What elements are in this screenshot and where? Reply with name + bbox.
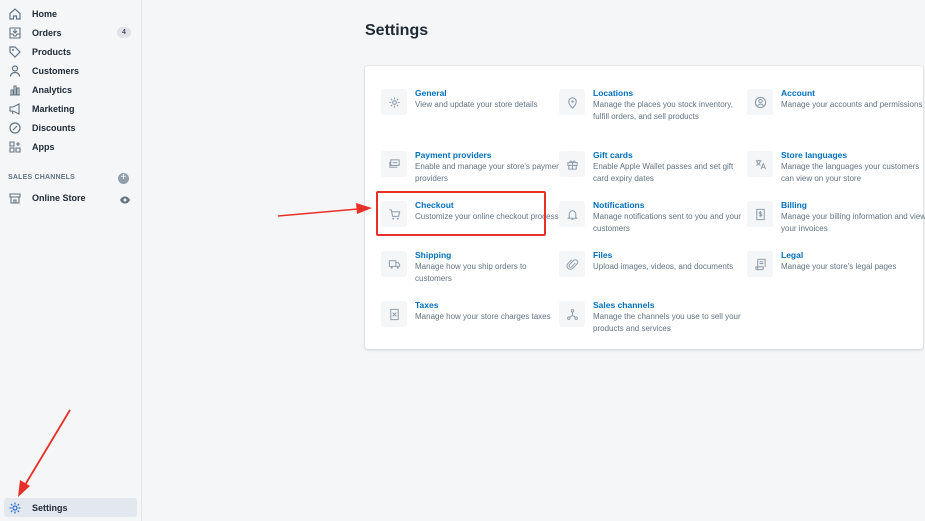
sidebar-item-label: Settings (32, 502, 68, 513)
sidebar-item-discounts[interactable]: Discounts (4, 118, 137, 137)
tile-description: Upload images, videos, and documents (593, 262, 734, 271)
billing-icon (747, 201, 773, 227)
sidebar: Home Orders 4 Products Customers Analyti… (0, 0, 142, 521)
tile-title: Files (593, 250, 613, 260)
settings-tile-billing[interactable]: Billing Manage your billing information … (747, 200, 925, 249)
tile-title: Checkout (415, 200, 454, 210)
sidebar-item-label: Marketing (32, 103, 75, 114)
sidebar-item-settings[interactable]: Settings (4, 498, 137, 517)
orders-count-badge: 4 (117, 27, 131, 38)
settings-tile-locations[interactable]: Locations Manage the places you stock in… (559, 88, 737, 137)
person-icon (8, 64, 22, 78)
apps-icon (8, 140, 22, 154)
settings-tile-store-languages[interactable]: Store languages Manage the languages you… (747, 150, 925, 199)
sidebar-item-label: Apps (32, 141, 55, 152)
arrow-to-checkout (277, 203, 372, 217)
sidebar-item-apps[interactable]: Apps (4, 137, 137, 156)
tile-description: Manage your billing information and view… (781, 212, 925, 233)
paperclip-icon (559, 251, 585, 277)
sales-channels-heading: SALES CHANNELS (8, 174, 75, 181)
tile-description: View and update your store details (415, 100, 538, 109)
tile-description: Manage the places you stock inventory, f… (593, 100, 733, 121)
settings-tile-shipping[interactable]: Shipping Manage how you ship orders to c… (381, 250, 559, 299)
account-icon (747, 89, 773, 115)
settings-tile-legal[interactable]: Legal Manage your store's legal pages (747, 250, 925, 299)
home-icon (8, 7, 22, 21)
sidebar-item-analytics[interactable]: Analytics (4, 80, 137, 99)
sidebar-item-customers[interactable]: Customers (4, 61, 137, 80)
tile-title: Gift cards (593, 150, 633, 160)
tile-title: Taxes (415, 300, 439, 310)
sidebar-item-label: Home (32, 8, 58, 19)
sidebar-item-label: Online Store (32, 192, 86, 203)
cart-icon (381, 201, 407, 227)
sidebar-item-products[interactable]: Products (4, 42, 137, 61)
tag-icon (8, 45, 22, 59)
page-title: Settings (365, 22, 429, 39)
settings-tile-taxes[interactable]: Taxes Manage how your store charges taxe… (381, 300, 559, 349)
settings-tile-notifications[interactable]: Notifications Manage notifications sent … (559, 200, 741, 249)
tile-description: Manage your store's legal pages (781, 262, 897, 271)
settings-tile-sales-channels[interactable]: Sales channels Manage the channels you u… (559, 300, 741, 349)
eye-icon[interactable] (119, 192, 131, 204)
truck-icon (381, 251, 407, 277)
sidebar-item-online-store[interactable]: Online Store (4, 188, 137, 207)
store-icon (8, 191, 22, 205)
legal-icon (747, 251, 773, 277)
tile-title: Store languages (781, 150, 848, 160)
tile-title: Locations (593, 88, 634, 98)
tile-description: Customize your online checkout process (415, 212, 559, 221)
sidebar-item-label: Analytics (32, 84, 73, 95)
tile-title: Legal (781, 250, 804, 260)
settings-tile-account[interactable]: Account Manage your accounts and permiss… (747, 88, 925, 137)
settings-tile-payment-providers[interactable]: Payment providers Enable and manage your… (381, 150, 563, 199)
taxes-icon (381, 301, 407, 327)
channels-icon (559, 301, 585, 327)
tile-description: Manage notifications sent to you and you… (593, 212, 742, 233)
add-sales-channel-button[interactable]: + (118, 173, 129, 184)
tile-description: Enable and manage your store's payment p… (415, 162, 563, 183)
location-pin-icon (559, 89, 585, 115)
discount-icon (8, 121, 22, 135)
sidebar-item-orders[interactable]: Orders 4 (4, 23, 137, 42)
tile-description: Manage how your store charges taxes (415, 312, 551, 321)
settings-card: General View and update your store detai… (365, 66, 925, 349)
tile-description: Manage the languages your customers can … (781, 162, 920, 183)
sidebar-item-label: Products (32, 46, 72, 57)
sidebar-item-marketing[interactable]: Marketing (4, 99, 137, 118)
settings-tile-gift-cards[interactable]: Gift cards Enable Apple Wallet passes an… (559, 150, 737, 199)
sidebar-item-home[interactable]: Home (4, 4, 137, 23)
gear-icon (8, 501, 22, 515)
sidebar-item-label: Orders (32, 27, 62, 38)
tile-title: Sales channels (593, 300, 655, 310)
tile-description: Manage how you ship orders to customers (415, 262, 527, 283)
settings-tile-files[interactable]: Files Upload images, videos, and documen… (559, 250, 737, 299)
gift-icon (559, 151, 585, 177)
tile-title: Shipping (415, 250, 452, 260)
sidebar-item-label: Discounts (32, 122, 76, 133)
tile-title: Account (781, 88, 815, 98)
tile-description: Manage the channels you use to sell your… (593, 312, 741, 333)
translate-icon (747, 151, 773, 177)
payment-icon (381, 151, 407, 177)
bar-chart-icon (8, 83, 22, 97)
orders-icon (8, 26, 22, 40)
megaphone-icon (8, 102, 22, 116)
bell-icon (559, 201, 585, 227)
tile-title: Payment providers (415, 150, 492, 160)
tile-description: Manage your accounts and permissions (781, 100, 923, 109)
settings-tile-checkout[interactable]: Checkout Customize your online checkout … (381, 200, 559, 249)
sidebar-item-label: Customers (32, 65, 80, 76)
tile-description: Enable Apple Wallet passes and set gift … (593, 162, 734, 183)
tile-title: Billing (781, 200, 807, 210)
tile-title: Notifications (593, 200, 645, 210)
tile-title: General (415, 88, 447, 98)
gear-icon (381, 89, 407, 115)
settings-tile-general[interactable]: General View and update your store detai… (381, 88, 559, 137)
